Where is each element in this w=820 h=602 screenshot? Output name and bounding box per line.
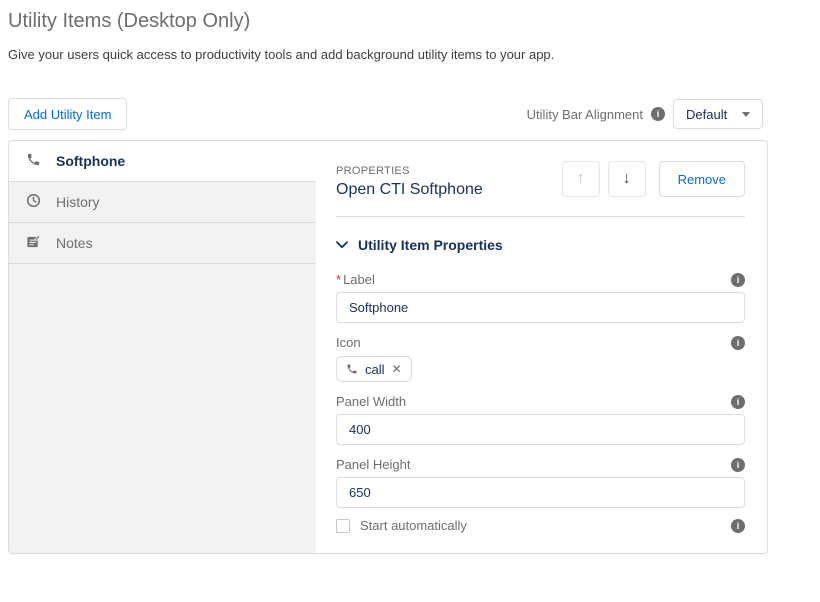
note-icon: [26, 234, 41, 249]
move-down-button[interactable]: ↓: [608, 161, 646, 197]
info-glyph: i: [737, 521, 740, 531]
reorder-actions: ↑ ↓ Remove: [562, 161, 745, 197]
info-icon[interactable]: i: [731, 395, 745, 409]
utility-items-page: Utility Items (Desktop Only) Give your u…: [0, 0, 820, 602]
caret-down-icon: [742, 112, 750, 117]
icon-field-label: Icon: [336, 335, 361, 350]
start-automatically-field: Start automatically i: [336, 518, 745, 533]
panel-width-field: Panel Width i: [336, 394, 745, 445]
info-icon[interactable]: i: [651, 107, 665, 121]
label-field-label: Label: [343, 272, 375, 287]
page-title: Utility Items (Desktop Only): [8, 10, 250, 33]
panel-height-header: Panel Height i: [336, 457, 745, 472]
icon-chip-label: call: [365, 362, 385, 377]
required-mark: *: [336, 272, 341, 287]
panel-width-header: Panel Width i: [336, 394, 745, 409]
start-automatically-label: Start automatically: [360, 518, 467, 533]
properties-title: Open CTI Softphone: [336, 181, 483, 199]
panel-width-input[interactable]: [336, 414, 745, 445]
info-glyph: i: [657, 109, 660, 119]
label-field-header: * Label i: [336, 272, 745, 287]
page-subtitle: Give your users quick access to producti…: [8, 47, 554, 62]
label-field-label-group: * Label: [336, 272, 375, 287]
add-utility-item-button[interactable]: Add Utility Item: [8, 98, 127, 130]
sidebar-item-label: History: [56, 194, 100, 210]
utility-bar-alignment-label: Utility Bar Alignment: [527, 107, 643, 122]
info-glyph: i: [737, 397, 740, 407]
sidebar-item-label: Softphone: [56, 153, 125, 169]
utility-item-properties-section-toggle[interactable]: Utility Item Properties: [336, 237, 745, 253]
info-icon[interactable]: i: [731, 273, 745, 287]
phone-icon: [26, 152, 41, 167]
down-arrow-icon: ↓: [623, 170, 631, 188]
sidebar-item-history[interactable]: History: [9, 182, 316, 223]
section-title: Utility Item Properties: [358, 237, 503, 253]
remove-button[interactable]: Remove: [659, 161, 745, 197]
info-glyph: i: [737, 338, 740, 348]
info-icon[interactable]: i: [731, 336, 745, 350]
move-up-button[interactable]: ↑: [562, 161, 600, 197]
utility-items-sidebar: Softphone History Notes: [9, 141, 316, 553]
panel-height-field: Panel Height i: [336, 457, 745, 508]
alignment-dropdown-value: Default: [686, 107, 727, 122]
phone-icon: [346, 363, 358, 375]
utility-items-card: Softphone History Notes PROPERTIES Open …: [8, 140, 768, 554]
panel-height-label: Panel Height: [336, 457, 410, 472]
properties-header: PROPERTIES Open CTI Softphone ↑ ↓ Remove: [336, 165, 745, 199]
icon-field-header: Icon i: [336, 335, 745, 350]
panel-width-label: Panel Width: [336, 394, 406, 409]
properties-heading: PROPERTIES Open CTI Softphone: [336, 165, 483, 199]
start-automatically-checkbox[interactable]: [336, 519, 350, 533]
up-arrow-icon: ↑: [577, 170, 585, 188]
icon-field: Icon i call ✕: [336, 335, 745, 382]
clock-icon: [26, 193, 41, 208]
properties-panel: PROPERTIES Open CTI Softphone ↑ ↓ Remove…: [316, 141, 767, 553]
sidebar-item-notes[interactable]: Notes: [9, 223, 316, 264]
label-field: * Label i: [336, 272, 745, 323]
panel-height-input[interactable]: [336, 477, 745, 508]
close-icon[interactable]: ✕: [392, 363, 402, 375]
sidebar-item-label: Notes: [56, 235, 93, 251]
start-automatically-header: Start automatically i: [336, 518, 745, 533]
info-icon[interactable]: i: [731, 458, 745, 472]
start-automatically-group: Start automatically: [336, 518, 467, 533]
info-icon[interactable]: i: [731, 519, 745, 533]
info-glyph: i: [737, 275, 740, 285]
label-input[interactable]: [336, 292, 745, 323]
icon-chip[interactable]: call ✕: [336, 356, 412, 382]
info-glyph: i: [737, 460, 740, 470]
divider: [336, 216, 745, 217]
properties-eyebrow: PROPERTIES: [336, 165, 483, 177]
utility-bar-alignment-group: Utility Bar Alignment i Default: [527, 99, 763, 129]
sidebar-item-softphone[interactable]: Softphone: [9, 141, 316, 182]
alignment-dropdown[interactable]: Default: [673, 99, 763, 129]
chevron-down-icon: [336, 241, 348, 249]
